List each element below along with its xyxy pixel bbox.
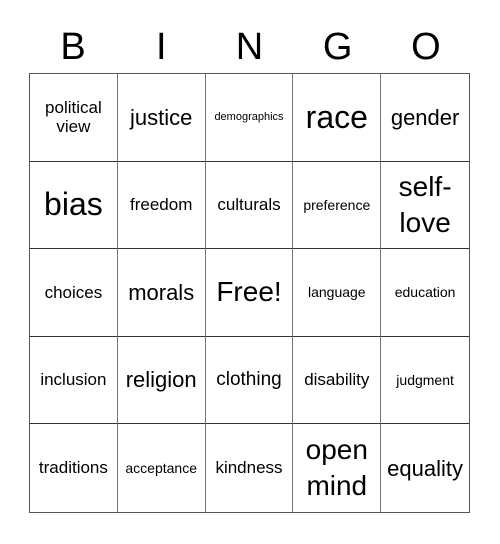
bingo-cell[interactable]: kindness xyxy=(206,424,294,512)
bingo-cell[interactable]: clothing xyxy=(205,336,294,425)
bingo-cell[interactable]: political view xyxy=(30,74,118,162)
bingo-cell[interactable]: inclusion xyxy=(30,336,118,425)
header-letter-n: N xyxy=(235,26,264,68)
bingo-cell[interactable]: language xyxy=(293,249,382,337)
bingo-cell[interactable]: acceptance xyxy=(118,424,206,512)
bingo-cell[interactable]: equality xyxy=(381,424,469,512)
bingo-cell[interactable]: gender xyxy=(381,74,469,162)
header-letter-o: O xyxy=(411,26,441,68)
bingo-cell[interactable]: race xyxy=(293,74,382,162)
bingo-cell[interactable]: morals xyxy=(117,249,206,337)
bingo-cell[interactable]: open mind xyxy=(293,424,382,512)
bingo-cell[interactable]: self-love xyxy=(381,162,469,250)
header-letter-b: B xyxy=(60,26,86,68)
bingo-cell[interactable]: preference xyxy=(293,161,382,250)
bingo-cell[interactable]: judgment xyxy=(381,337,469,425)
bingo-cell[interactable]: traditions xyxy=(30,424,118,512)
free-space-cell[interactable]: Free! xyxy=(205,249,294,337)
bingo-cell[interactable]: education xyxy=(381,249,469,337)
bingo-cell[interactable]: choices xyxy=(30,249,118,337)
bingo-grid: political view justice demographics race gen… xyxy=(29,73,470,513)
header-letter-g: G xyxy=(322,26,353,68)
bingo-header: B I N G O xyxy=(29,22,470,72)
bingo-cell[interactable]: justice xyxy=(117,74,206,162)
bingo-cell[interactable]: disability xyxy=(293,336,382,425)
bingo-cell[interactable]: bias xyxy=(30,161,118,250)
bingo-cell[interactable]: culturals xyxy=(205,161,294,250)
bingo-cell[interactable]: demographics xyxy=(205,74,294,162)
bingo-cell[interactable]: freedom xyxy=(117,161,206,250)
bingo-cell[interactable]: religion xyxy=(117,336,206,425)
header-letter-i: I xyxy=(156,26,167,68)
